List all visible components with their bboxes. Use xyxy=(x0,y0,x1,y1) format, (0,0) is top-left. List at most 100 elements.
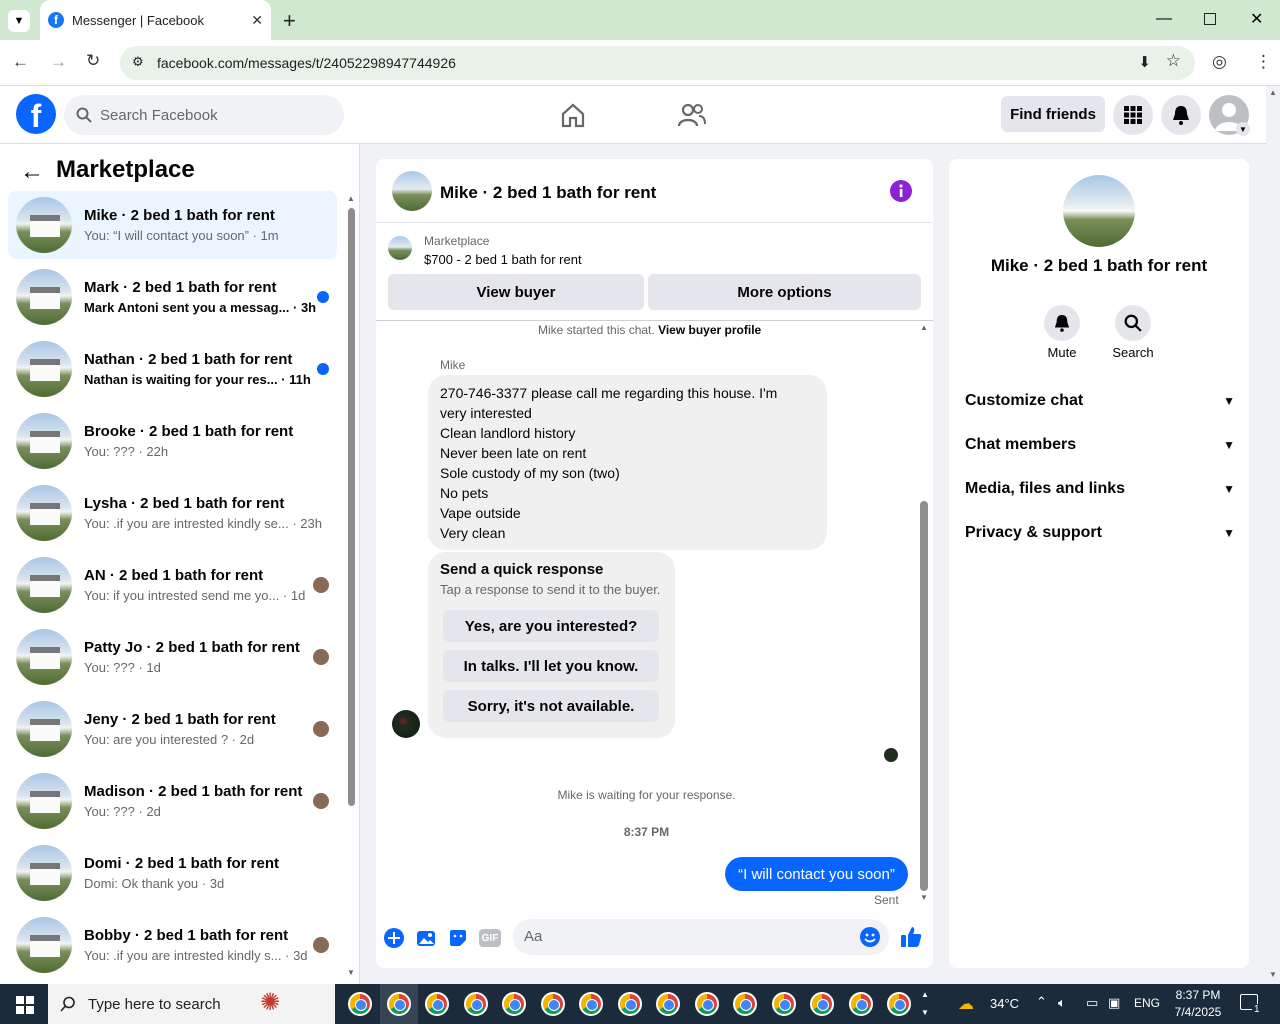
tray-scroll-icon[interactable]: ▲ ▼ xyxy=(921,986,929,1022)
conversation-item[interactable]: Nathan · 2 bed 1 bath for rent Nathan is … xyxy=(8,335,337,403)
info-section-row[interactable]: Privacy & support ▼ xyxy=(965,513,1235,553)
listing-title[interactable]: $700 - 2 bed 1 bath for rent xyxy=(424,252,582,267)
taskbar-search-box[interactable]: Type here to search ✺ xyxy=(48,984,335,1024)
clock[interactable]: 8:37 PM 7/4/2025 xyxy=(1170,987,1226,1021)
reload-icon[interactable]: ↻ xyxy=(86,51,100,71)
conversation-item[interactable]: Brooke · 2 bed 1 bath for rent You: ??? ·… xyxy=(8,407,337,475)
chrome-taskbar-icon[interactable] xyxy=(463,992,488,1016)
home-icon[interactable] xyxy=(560,102,586,128)
tab-close-icon[interactable]: ✕ xyxy=(251,12,263,29)
chrome-taskbar-icon[interactable] xyxy=(617,992,642,1016)
chat-avatar[interactable] xyxy=(392,171,432,211)
outgoing-message-bubble[interactable]: “I will contact you soon” xyxy=(725,857,908,891)
restore-icon[interactable] xyxy=(1204,13,1216,25)
chrome-taskbar-icon[interactable] xyxy=(502,992,526,1016)
info-section-label: Privacy & support xyxy=(965,524,1102,541)
site-info-icon[interactable]: ⚙ xyxy=(132,54,144,70)
page-scrollbar[interactable]: ▲ ▼ xyxy=(1266,88,1280,984)
back-arrow-icon[interactable]: ← xyxy=(20,158,44,186)
bookmark-star-icon[interactable]: ☆ xyxy=(1166,51,1181,71)
chrome-taskbar-icon[interactable] xyxy=(810,992,834,1016)
sticker-icon[interactable] xyxy=(448,928,468,948)
chrome-taskbar-icon[interactable] xyxy=(348,992,372,1016)
chrome-taskbar-icon[interactable] xyxy=(579,992,603,1016)
emoji-icon[interactable] xyxy=(860,927,880,947)
like-thumb-icon[interactable] xyxy=(900,926,922,948)
find-friends-button[interactable]: Find friends xyxy=(1001,96,1105,132)
mute-button[interactable] xyxy=(1044,305,1080,341)
back-icon[interactable]: ← xyxy=(12,52,29,72)
search-chat-button[interactable] xyxy=(1115,305,1151,341)
chrome-taskbar-icon[interactable] xyxy=(848,992,873,1016)
quick-response-button[interactable]: Yes, are you interested? xyxy=(443,610,659,642)
info-section-row[interactable]: Chat members ▼ xyxy=(965,425,1235,465)
install-app-icon[interactable]: ⬇ xyxy=(1138,53,1151,71)
browser-tab[interactable]: f Messenger | Facebook ✕ xyxy=(40,0,271,40)
conversation-item[interactable]: Lysha · 2 bed 1 bath for rent You: .if yo… xyxy=(8,479,337,547)
menu-grid-button[interactable] xyxy=(1113,95,1153,135)
info-section-row[interactable]: Media, files and links ▼ xyxy=(965,469,1235,509)
friends-icon[interactable] xyxy=(678,102,706,128)
chevron-down-icon: ▼ xyxy=(1223,394,1235,408)
plus-icon[interactable] xyxy=(384,928,404,948)
chrome-taskbar-icon[interactable] xyxy=(694,992,719,1016)
volume-icon[interactable]: 🔈︎ xyxy=(1058,995,1066,1011)
display-icon[interactable]: ▣ xyxy=(1108,995,1120,1011)
temperature[interactable]: 34°C xyxy=(990,996,1019,1011)
mute-bell-icon xyxy=(1054,315,1070,332)
chrome-taskbar-icon[interactable] xyxy=(386,992,411,1016)
conversation-item[interactable]: Patty Jo · 2 bed 1 bath for rent You: ???… xyxy=(8,623,337,691)
more-options-button[interactable]: More options xyxy=(648,274,921,310)
conversation-item[interactable]: Jeny · 2 bed 1 bath for rent You: are you… xyxy=(8,695,337,763)
chrome-taskbar-icon[interactable] xyxy=(425,992,449,1016)
conversation-item[interactable]: Domi · 2 bed 1 bath for rent Domi: Ok tha… xyxy=(8,839,337,907)
tab-search-icon[interactable]: ▼ xyxy=(8,10,30,32)
chrome-taskbar-icon[interactable] xyxy=(887,992,911,1016)
listing-source: Marketplace xyxy=(424,234,490,248)
gif-icon[interactable]: GIF xyxy=(479,929,501,947)
conversation-item[interactable]: AN · 2 bed 1 bath for rent You: if you in… xyxy=(8,551,337,619)
chrome-taskbar-icon[interactable] xyxy=(733,992,757,1016)
tray-chevron-icon[interactable]: ⌃ xyxy=(1036,994,1047,1010)
network-icon[interactable]: ▭ xyxy=(1086,995,1098,1011)
quick-response-button[interactable]: In talks. I'll let you know. xyxy=(443,650,659,682)
minimize-icon[interactable]: — xyxy=(1156,10,1172,28)
facebook-search-input[interactable]: Search Facebook xyxy=(64,95,344,135)
conversation-preview: Mark Antoni sent you a messag... · 3h xyxy=(84,300,317,315)
profile-icon[interactable]: ◎ xyxy=(1212,52,1227,72)
language-indicator[interactable]: ENG xyxy=(1134,996,1160,1010)
chat-scrollbar-thumb[interactable] xyxy=(920,501,928,891)
incoming-message-bubble[interactable]: 270-746-3377 please call me regarding th… xyxy=(428,375,827,550)
new-tab-icon[interactable]: + xyxy=(283,8,296,34)
chat-scrollbar[interactable]: ▲ ▼ xyxy=(918,323,930,903)
view-buyer-profile-link[interactable]: View buyer profile xyxy=(658,323,761,337)
notifications-button[interactable] xyxy=(1161,95,1201,135)
conversation-item[interactable]: Madison · 2 bed 1 bath for rent You: ??? … xyxy=(8,767,337,835)
chrome-taskbar-icon[interactable] xyxy=(771,992,796,1016)
photo-icon[interactable] xyxy=(416,928,436,948)
message-input[interactable]: Aa xyxy=(513,919,889,955)
facebook-logo-icon[interactable]: f xyxy=(16,94,56,134)
forward-icon[interactable]: → xyxy=(50,52,67,72)
listing-thumbnail[interactable] xyxy=(388,236,412,260)
sender-avatar[interactable] xyxy=(392,710,420,738)
conversation-item[interactable]: Mike · 2 bed 1 bath for rent You: “I will… xyxy=(8,191,337,259)
chrome-taskbar-icon[interactable] xyxy=(540,992,565,1016)
browser-menu-icon[interactable]: ⋮ xyxy=(1255,52,1272,72)
close-window-icon[interactable]: ✕ xyxy=(1250,9,1263,29)
quick-response-button[interactable]: Sorry, it's not available. xyxy=(443,690,659,722)
info-section-row[interactable]: Customize chat ▼ xyxy=(965,381,1235,421)
weather-icon[interactable]: ☁ xyxy=(958,994,974,1014)
conversation-item[interactable]: Bobby · 2 bed 1 bath for rent You: .if yo… xyxy=(8,911,337,979)
account-chevron-icon[interactable]: ▼ xyxy=(1236,122,1250,136)
url-field[interactable]: ⚙ facebook.com/messages/t/24052298947744… xyxy=(120,46,1195,80)
profile-avatar[interactable] xyxy=(1063,175,1135,247)
conversation-item[interactable]: Mark · 2 bed 1 bath for rent Mark Antoni … xyxy=(8,263,337,331)
view-buyer-button[interactable]: View buyer xyxy=(388,274,644,310)
chat-title[interactable]: Mike · 2 bed 1 bath for rent xyxy=(440,183,656,203)
info-icon[interactable] xyxy=(890,180,912,202)
list-scrollbar-thumb[interactable] xyxy=(348,208,355,806)
chrome-taskbar-icon[interactable] xyxy=(656,992,680,1016)
windows-start-icon[interactable] xyxy=(16,996,34,1014)
list-scrollbar[interactable]: ▲ ▼ xyxy=(346,194,356,977)
